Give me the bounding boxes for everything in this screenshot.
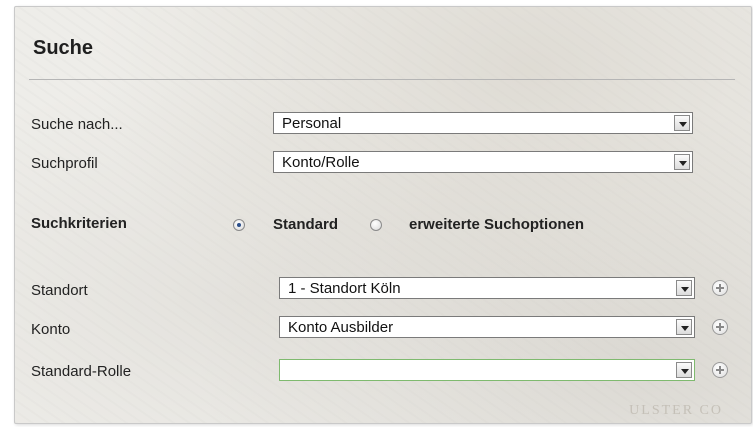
background-watermark: ULSTER CO — [629, 403, 723, 418]
radio-standard-label[interactable]: Standard — [273, 216, 338, 233]
search-for-select[interactable]: Personal — [273, 112, 693, 134]
profile-label: Suchprofil — [31, 155, 98, 172]
add-role-icon[interactable] — [712, 362, 728, 378]
chevron-down-icon[interactable] — [676, 319, 692, 335]
location-select[interactable]: 1 - Standort Köln — [279, 277, 695, 299]
chevron-down-icon[interactable] — [676, 280, 692, 296]
chevron-down-icon[interactable] — [674, 154, 690, 170]
search-for-label: Suche nach... — [31, 116, 123, 133]
profile-value: Konto/Rolle — [282, 154, 360, 171]
search-for-value: Personal — [282, 115, 342, 132]
title-divider — [29, 79, 735, 80]
account-label: Konto — [31, 321, 71, 338]
account-value: Konto Ausbilder — [288, 319, 394, 336]
add-location-icon[interactable] — [712, 280, 728, 296]
location-value: 1 - Standort Köln — [288, 280, 401, 297]
location-label: Standort — [31, 282, 88, 299]
search-panel: Suche Suche nach... Personal Suchprofil … — [14, 6, 752, 424]
account-select[interactable]: Konto Ausbilder — [279, 316, 695, 338]
role-label: Standard-Rolle — [31, 363, 132, 380]
role-select[interactable] — [279, 359, 695, 381]
radio-standard[interactable] — [233, 219, 245, 231]
panel-title: Suche — [33, 37, 94, 59]
chevron-down-icon[interactable] — [676, 362, 692, 378]
profile-select[interactable]: Konto/Rolle — [273, 151, 693, 173]
add-account-icon[interactable] — [712, 319, 728, 335]
radio-extended-label[interactable]: erweiterte Suchoptionen — [409, 216, 584, 233]
criteria-label: Suchkriterien — [31, 215, 127, 232]
chevron-down-icon[interactable] — [674, 115, 690, 131]
radio-extended[interactable] — [370, 219, 382, 231]
